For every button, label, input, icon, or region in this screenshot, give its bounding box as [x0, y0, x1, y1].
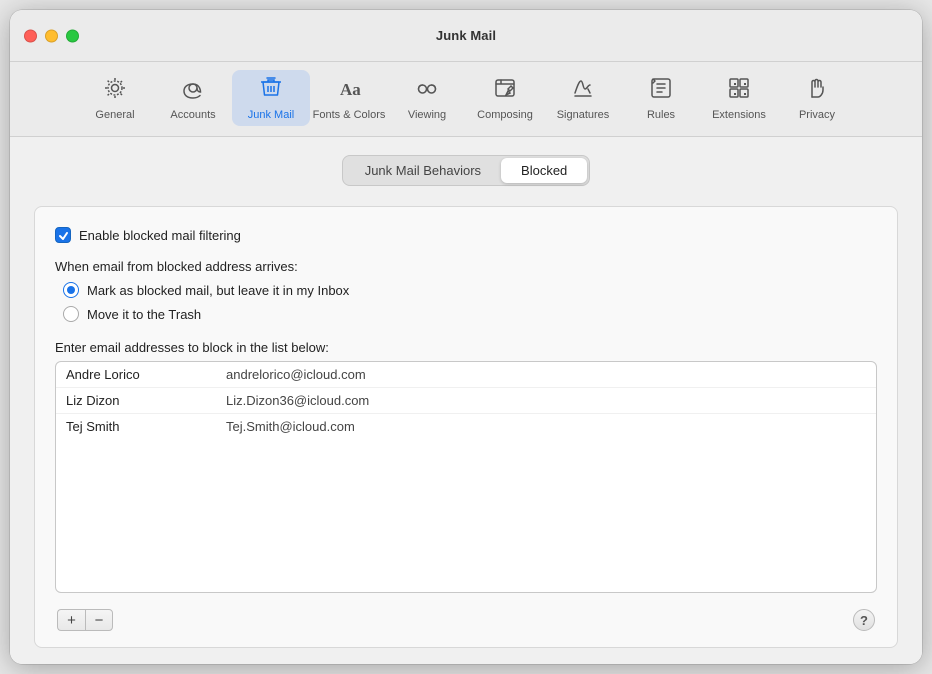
toolbar-item-privacy[interactable]: Privacy	[778, 70, 856, 126]
tab-blocked[interactable]: Blocked	[501, 158, 587, 183]
radio-move-trash[interactable]	[63, 306, 79, 322]
radio-row-trash[interactable]: Move it to the Trash	[63, 306, 877, 322]
radio-mark-blocked[interactable]	[63, 282, 79, 298]
email-addr-2: Tej.Smith@icloud.com	[226, 419, 355, 434]
extensions-icon	[726, 75, 752, 105]
glasses-icon	[414, 75, 440, 105]
email-name-2: Tej Smith	[66, 419, 226, 434]
toolbar-label-junkmail: Junk Mail	[248, 109, 294, 121]
toolbar: General Accounts	[10, 62, 922, 137]
segmented-control: Junk Mail Behaviors Blocked	[342, 155, 591, 186]
email-name-1: Liz Dizon	[66, 393, 226, 408]
radio-label-mark: Mark as blocked mail, but leave it in my…	[87, 283, 349, 298]
email-name-0: Andre Lorico	[66, 367, 226, 382]
toolbar-item-fonts[interactable]: Aa Fonts & Colors	[310, 70, 388, 126]
toolbar-label-privacy: Privacy	[799, 109, 835, 121]
toolbar-item-accounts[interactable]: Accounts	[154, 70, 232, 126]
rules-icon	[648, 75, 674, 105]
help-button[interactable]: ?	[853, 609, 875, 631]
radio-mark-inner	[67, 286, 75, 294]
email-list[interactable]: Andre Lorico andrelorico@icloud.com Liz …	[55, 361, 877, 593]
window-controls	[24, 29, 79, 42]
email-row-1[interactable]: Liz Dizon Liz.Dizon36@icloud.com	[56, 388, 876, 414]
when-email-label: When email from blocked address arrives:	[55, 259, 877, 274]
toolbar-item-extensions[interactable]: Extensions	[700, 70, 778, 126]
toolbar-label-composing: Composing	[477, 109, 533, 121]
toolbar-label-fonts: Fonts & Colors	[313, 109, 386, 121]
signature-icon	[570, 75, 596, 105]
toolbar-label-viewing: Viewing	[408, 109, 446, 121]
font-icon: Aa	[336, 75, 362, 105]
main-window: Junk Mail General Accounts	[10, 10, 922, 664]
content-area: Junk Mail Behaviors Blocked Enable block…	[10, 137, 922, 664]
hand-icon	[804, 75, 830, 105]
toolbar-label-accounts: Accounts	[170, 109, 215, 121]
toolbar-item-signatures[interactable]: Signatures	[544, 70, 622, 126]
enable-filter-row: Enable blocked mail filtering	[55, 227, 877, 243]
toolbar-label-signatures: Signatures	[557, 109, 610, 121]
settings-panel: Enable blocked mail filtering When email…	[34, 206, 898, 648]
maximize-button[interactable]	[66, 29, 79, 42]
toolbar-item-composing[interactable]: Composing	[466, 70, 544, 126]
minimize-button[interactable]	[45, 29, 58, 42]
tab-junk-behaviors[interactable]: Junk Mail Behaviors	[345, 158, 501, 183]
close-button[interactable]	[24, 29, 37, 42]
email-addr-0: andrelorico@icloud.com	[226, 367, 366, 382]
remove-button[interactable]: −	[85, 609, 113, 631]
toolbar-item-general[interactable]: General	[76, 70, 154, 126]
email-addr-1: Liz.Dizon36@icloud.com	[226, 393, 369, 408]
toolbar-item-junkmail[interactable]: Junk Mail	[232, 70, 310, 126]
toolbar-item-viewing[interactable]: Viewing	[388, 70, 466, 126]
toolbar-label-extensions: Extensions	[712, 109, 766, 121]
radio-group: Mark as blocked mail, but leave it in my…	[63, 282, 877, 322]
radio-label-trash: Move it to the Trash	[87, 307, 201, 322]
toolbar-item-rules[interactable]: Rules	[622, 70, 700, 126]
email-list-label: Enter email addresses to block in the li…	[55, 340, 877, 355]
toolbar-label-general: General	[95, 109, 134, 121]
junkmail-icon	[258, 75, 284, 105]
enable-filter-label: Enable blocked mail filtering	[79, 228, 241, 243]
add-remove-buttons: + −	[57, 609, 113, 631]
enable-filter-checkbox[interactable]	[55, 227, 71, 243]
at-icon	[180, 75, 206, 105]
toolbar-label-rules: Rules	[647, 109, 675, 121]
bottom-bar: + − ?	[55, 609, 877, 631]
email-row-2[interactable]: Tej Smith Tej.Smith@icloud.com	[56, 414, 876, 439]
radio-row-mark[interactable]: Mark as blocked mail, but leave it in my…	[63, 282, 877, 298]
titlebar: Junk Mail	[10, 10, 922, 62]
add-button[interactable]: +	[57, 609, 85, 631]
gear-icon	[102, 75, 128, 105]
compose-icon	[492, 75, 518, 105]
svg-text:Aa: Aa	[340, 80, 361, 99]
email-row-0[interactable]: Andre Lorico andrelorico@icloud.com	[56, 362, 876, 388]
window-title: Junk Mail	[436, 28, 496, 43]
